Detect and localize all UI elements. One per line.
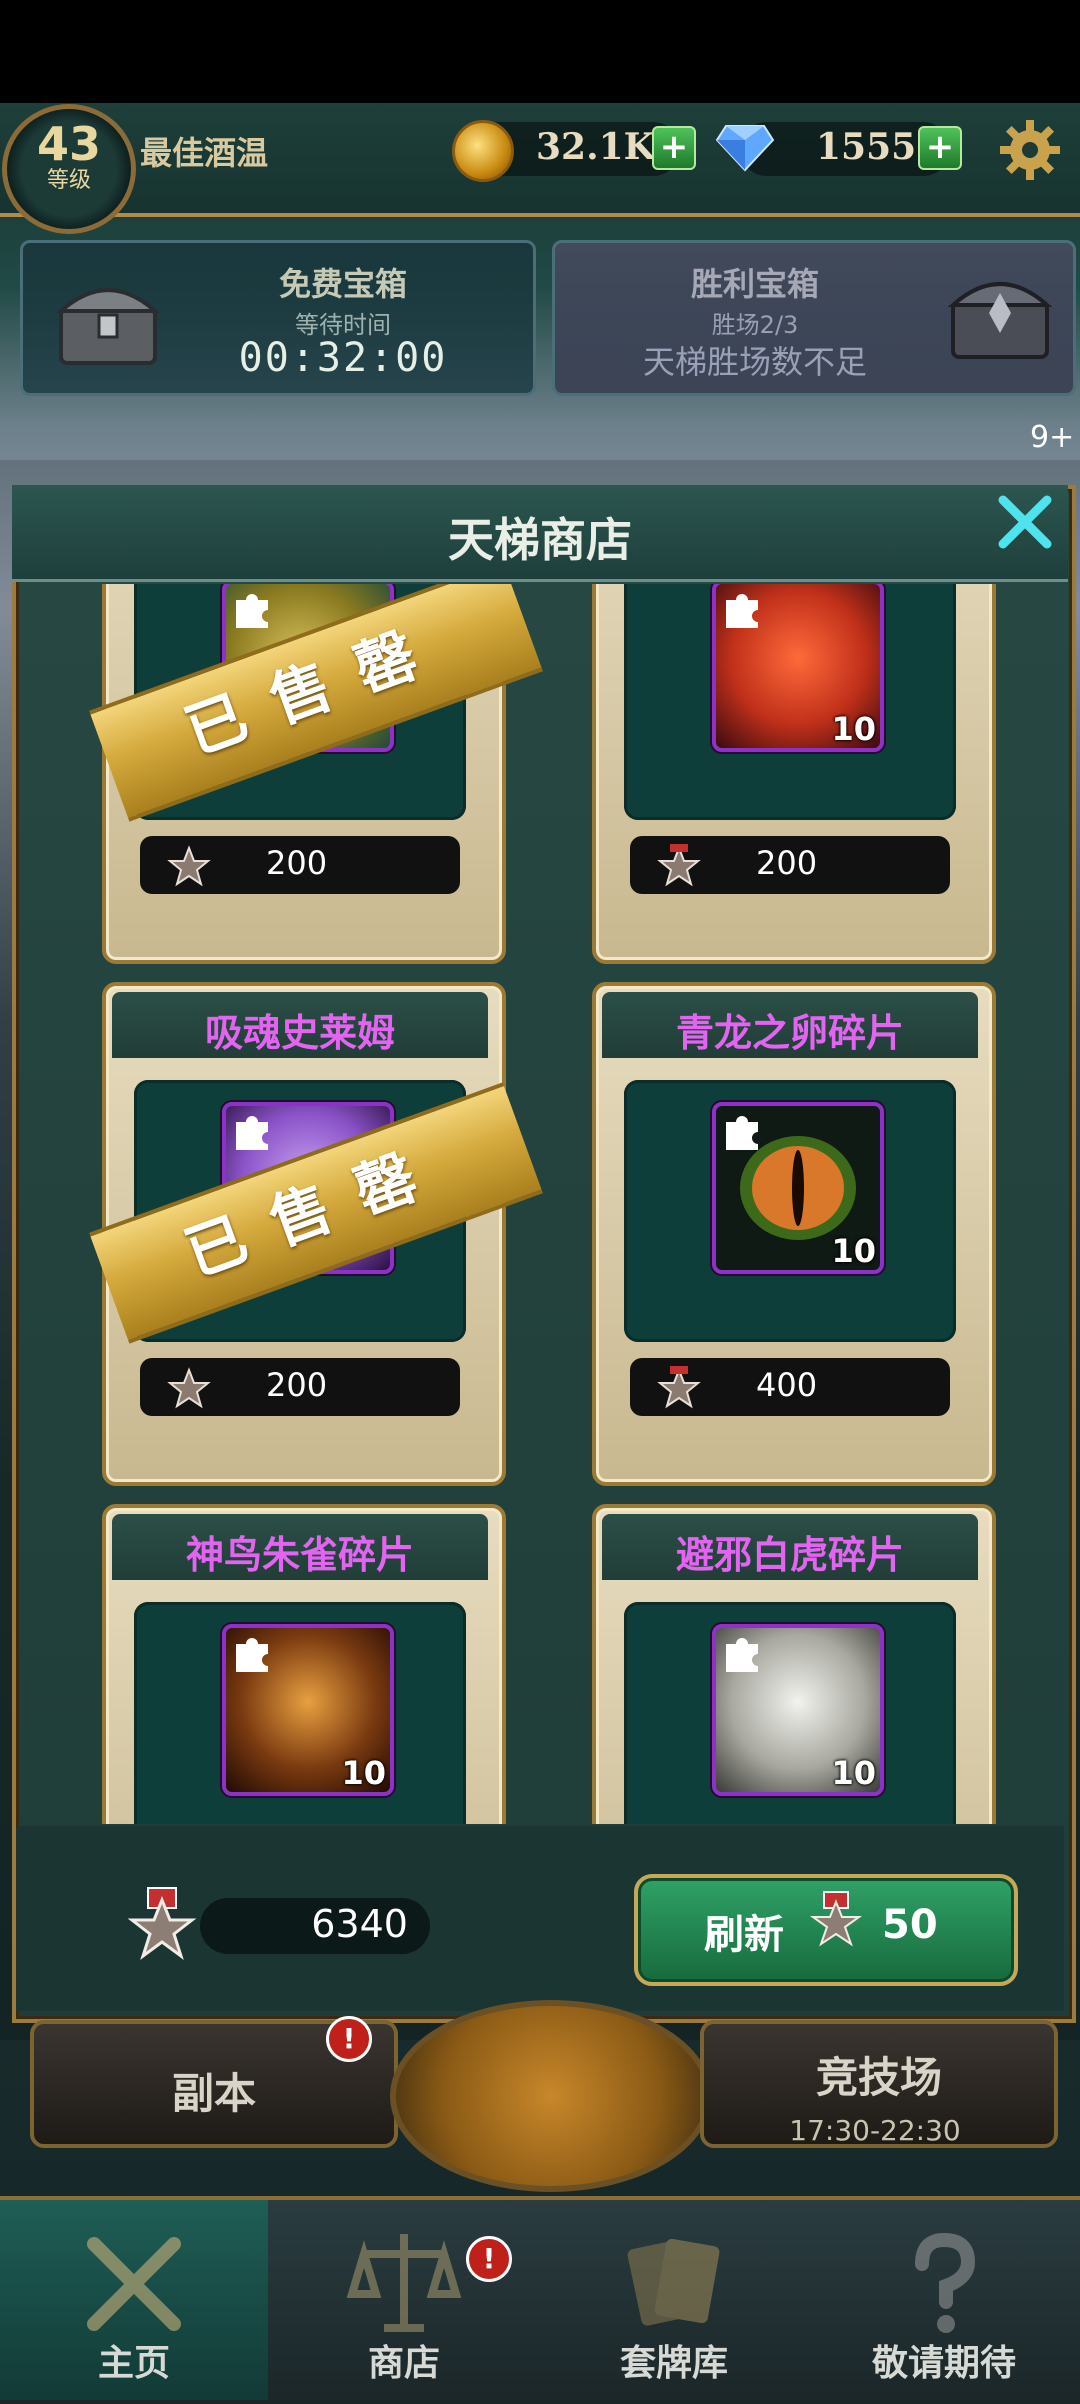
add-gold-button[interactable]: +	[652, 126, 696, 170]
add-gems-button[interactable]: +	[918, 126, 962, 170]
puzzle-piece-icon	[236, 594, 268, 628]
item-header: 神鸟朱雀碎片	[112, 1514, 488, 1580]
player-name: 最佳酒温	[140, 134, 269, 172]
item-header: 青龙之卵碎片	[602, 992, 978, 1058]
nav-label-coming-soon: 敬请期待	[871, 2343, 1016, 2384]
modal-title: 天梯商店	[448, 513, 632, 567]
vermilion-bird-shard-icon: 10	[222, 1624, 394, 1796]
event-notification-badge: 9+	[1030, 420, 1075, 455]
question-mark-icon	[915, 2232, 976, 2333]
level-label: 等级	[46, 168, 91, 193]
close-icon[interactable]	[995, 492, 1055, 552]
dungeon-alert-badge: !	[326, 2016, 372, 2062]
shard-count: 10	[341, 1754, 386, 1792]
puzzle-piece-icon	[236, 1116, 268, 1150]
refresh-cost: 50	[882, 1902, 938, 1948]
item-name: 避邪白虎碎片	[675, 1533, 904, 1577]
puzzle-piece-icon	[726, 1116, 758, 1150]
shop-item-card[interactable]: 青龙之卵碎片 10 400	[592, 982, 996, 1486]
item-price: 200	[756, 844, 818, 882]
shop-item-card[interactable]: 神鸟朱雀碎片 10	[102, 1504, 506, 1824]
shard-count: 10	[831, 710, 876, 748]
scales-icon	[346, 2234, 462, 2332]
nav-tab-shop[interactable]: 商店	[270, 2200, 538, 2400]
victory-chest-title: 胜利宝箱	[690, 265, 819, 303]
puzzle-piece-icon	[726, 594, 758, 628]
medal-balance: 6340	[311, 1902, 408, 1946]
item-header: 避邪白虎碎片	[602, 1514, 978, 1580]
arena-label: 竞技场	[815, 2053, 942, 2102]
nav-label-decks: 套牌库	[619, 2343, 728, 2384]
red-beast-shard-icon: 10	[712, 584, 884, 752]
chest-icon	[55, 288, 161, 365]
level-badge[interactable]: 43 等级	[2, 104, 136, 234]
dragon-eye-shard-icon: 10	[712, 1102, 884, 1274]
crossed-swords-icon	[87, 2237, 181, 2331]
ladder-medal-icon	[127, 1887, 197, 1960]
victory-chest-message: 天梯胜场数不足	[642, 343, 867, 381]
item-name: 吸魂史莱姆	[204, 1011, 395, 1055]
item-header: 吸魂史莱姆	[112, 992, 488, 1058]
nav-label-shop: 商店	[367, 2343, 440, 2384]
chest-icon	[947, 282, 1053, 359]
battle-button[interactable]	[390, 2000, 712, 2192]
shop-item-card[interactable]: 吸魂史莱姆 200 已售罄	[89, 982, 543, 1486]
item-name: 青龙之卵碎片	[675, 1011, 904, 1055]
item-price: 400	[756, 1366, 818, 1404]
free-chest-timer: 00:32:00	[238, 335, 448, 381]
ladder-medal-icon	[657, 1366, 701, 1409]
gem-amount: 1555	[816, 126, 917, 168]
victory-chest-progress: 胜场2/3	[711, 311, 799, 339]
refresh-label: 刷新	[704, 1912, 784, 1958]
nav-label-home: 主页	[97, 2343, 170, 2384]
cards-icon	[627, 2238, 720, 2326]
nav-tab-home[interactable]: 主页	[0, 2200, 268, 2400]
nav-tab-decks[interactable]: 套牌库	[540, 2200, 808, 2400]
arena-open-hours: 17:30-22:30	[789, 2114, 961, 2147]
diamond-icon	[716, 125, 774, 172]
gold-coin-icon	[452, 120, 514, 182]
shop-item-grid[interactable]: 200 已售罄 10 200 吸魂史莱姆 200 已售罄 青龙之卵碎片 10 4…	[34, 584, 1046, 1824]
shop-alert-badge: !	[466, 2236, 512, 2282]
puzzle-piece-icon	[726, 1638, 758, 1672]
gear-icon[interactable]	[998, 118, 1062, 182]
free-chest-panel[interactable]: 免费宝箱 等待时间 00:32:00	[20, 240, 536, 396]
shard-count: 10	[831, 1754, 876, 1792]
shop-item-card[interactable]: 避邪白虎碎片 10	[592, 1504, 996, 1824]
level-number: 43	[36, 117, 101, 171]
shop-item-card[interactable]: 10 200	[592, 584, 996, 964]
item-price: 200	[266, 1366, 328, 1404]
ladder-medal-icon	[167, 1367, 211, 1409]
victory-chest-panel[interactable]: 胜利宝箱 胜场2/3 天梯胜场数不足	[552, 240, 1076, 396]
item-name: 神鸟朱雀碎片	[185, 1533, 414, 1577]
gold-amount: 32.1K	[536, 126, 655, 168]
ladder-medal-icon	[167, 845, 211, 887]
shop-item-card[interactable]: 200 已售罄	[89, 584, 543, 964]
free-chest-title: 免费宝箱	[278, 265, 407, 303]
ladder-medal-icon	[657, 844, 701, 887]
shard-count: 10	[831, 1232, 876, 1270]
item-price: 200	[266, 844, 328, 882]
nav-tab-coming-soon[interactable]: 敬请期待	[810, 2200, 1078, 2400]
white-tiger-shard-icon: 10	[712, 1624, 884, 1796]
ladder-medal-icon	[809, 1891, 863, 1947]
dungeon-label: 副本	[171, 2069, 256, 2118]
puzzle-piece-icon	[236, 1638, 268, 1672]
